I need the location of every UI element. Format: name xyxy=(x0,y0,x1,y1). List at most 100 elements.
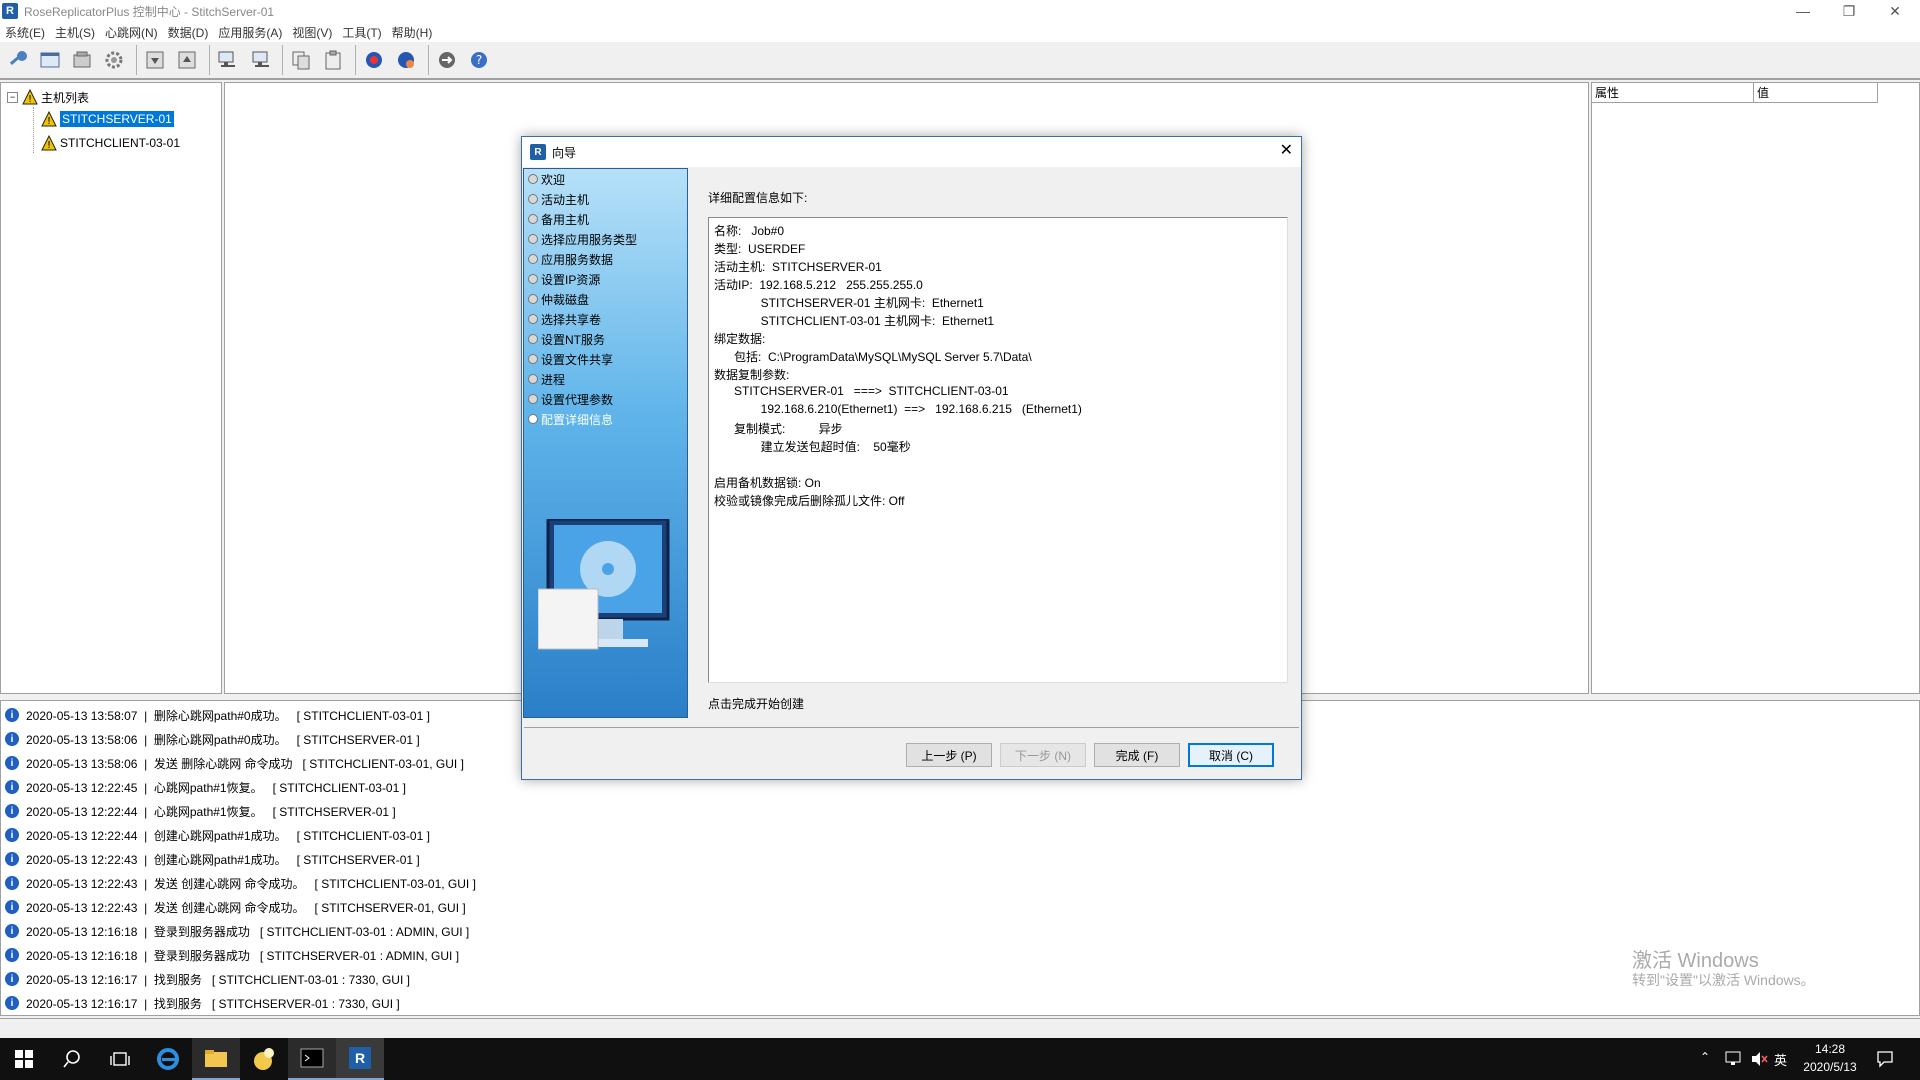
tree-item-stitchserver[interactable]: ! STITCHSERVER-01 xyxy=(41,109,174,129)
step-agent-params: 设置代理参数 xyxy=(528,389,613,409)
detail-line: 复制模式: 异步 xyxy=(714,422,843,436)
value-column-header[interactable]: 值 xyxy=(1754,83,1878,103)
prev-button[interactable]: 上一步 (P) xyxy=(906,743,992,767)
rose-replicator-icon[interactable]: R xyxy=(336,1038,384,1080)
step-bullet-icon xyxy=(528,314,538,324)
step-bullet-icon xyxy=(528,394,538,404)
task-view-icon[interactable] xyxy=(96,1038,144,1080)
tree-item-label: STITCHSERVER-01 xyxy=(60,111,174,127)
menu-view[interactable]: 视图(V) xyxy=(287,24,337,41)
detail-line: 192.168.6.210(Ethernet1) ==> 192.168.6.2… xyxy=(714,402,1082,416)
menu-tools[interactable]: 工具(T) xyxy=(337,24,386,41)
collapse-icon[interactable]: − xyxy=(7,91,18,103)
host-tree-pane: − ! 主机列表 ! STITCHSERVER-01 ! STITCHCLIEN… xyxy=(0,82,222,694)
wizard-body: 欢迎 活动主机 备用主机 选择应用服务类型 应用服务数据 设置IP资源 仲裁磁盘… xyxy=(522,167,1301,779)
terminal-icon[interactable] xyxy=(288,1038,336,1080)
menu-heartbeat[interactable]: 心跳网(N) xyxy=(100,24,163,41)
menu-data[interactable]: 数据(D) xyxy=(163,24,214,41)
copy-icon[interactable] xyxy=(287,46,315,74)
taskbar: R ⌃ 英 14:28 2020/5/13 xyxy=(0,1038,1920,1080)
step-bullet-icon xyxy=(528,254,538,264)
log-row: i 2020-05-13 13:58:06 | 删除心跳网path#0成功。 [ … xyxy=(5,729,420,749)
help-icon[interactable]: ? xyxy=(465,46,493,74)
menu-host[interactable]: 主机(S) xyxy=(50,24,100,41)
log-row: i 2020-05-13 12:16:18 | 登录到服务器成功 [ STITCH… xyxy=(5,921,469,941)
tree-item-stitchclient[interactable]: ! STITCHCLIENT-03-01 xyxy=(41,133,180,153)
info-icon: i xyxy=(5,804,19,818)
menu-bar: 系统(E) 主机(S) 心跳网(N) 数据(D) 应用服务(A) 视图(V) 工… xyxy=(0,22,1920,43)
windows-start-icon[interactable] xyxy=(0,1038,48,1080)
step-bullet-icon xyxy=(528,354,538,364)
activation-watermark-title: 激活 Windows xyxy=(1632,950,1759,972)
wizard-dialog: R 向导 ✕ 欢迎 活动主机 备用主机 选择应用服务类型 应用服务数据 设置IP… xyxy=(521,136,1302,780)
minimize-button[interactable]: — xyxy=(1780,0,1826,22)
arrow-circle-icon[interactable] xyxy=(433,46,461,74)
search-icon[interactable] xyxy=(48,1038,96,1080)
info-icon: i xyxy=(5,900,19,914)
warning-icon: ! xyxy=(41,111,57,127)
log-row: i 2020-05-13 12:22:44 | 创建心跳网path#1成功。 [ … xyxy=(5,825,430,845)
restore-button[interactable]: ❐ xyxy=(1826,0,1872,22)
finish-button[interactable]: 完成 (F) xyxy=(1094,743,1180,767)
network-icon[interactable] xyxy=(214,46,242,74)
info-icon: i xyxy=(5,996,19,1010)
config-details-box: 名称: Job#0 类型: USERDEF 活动主机: STITCHSERVER… xyxy=(708,217,1288,683)
close-window-button[interactable]: ✕ xyxy=(1872,0,1918,22)
property-column-header[interactable]: 属性 xyxy=(1592,83,1754,103)
info-icon: i xyxy=(5,708,19,722)
folder-icon[interactable] xyxy=(192,1038,240,1080)
svg-text:!: ! xyxy=(47,140,51,151)
log-row: i 2020-05-13 13:58:06 | 发送 删除心跳网 命令成功 [ S… xyxy=(5,753,464,773)
svg-text:!: ! xyxy=(47,116,51,127)
ie-icon[interactable] xyxy=(144,1038,192,1080)
detail-line: 校验或镜像完成后删除孤儿文件: Off xyxy=(714,494,905,508)
detail-line: 数据复制参数: xyxy=(714,368,790,382)
step-bullet-icon xyxy=(528,174,538,184)
properties-pane: 属性 值 xyxy=(1591,82,1920,694)
notification-icon[interactable] xyxy=(1876,1050,1894,1068)
step-shared-volume: 选择共享卷 xyxy=(528,309,601,329)
detail-line: 建立发送包超时值: 50毫秒 xyxy=(714,440,911,454)
globe-icon[interactable] xyxy=(360,46,388,74)
info-icon: i xyxy=(5,828,19,842)
ime-indicator[interactable]: 英 xyxy=(1774,1050,1787,1069)
tree-root[interactable]: − ! 主机列表 xyxy=(7,87,89,107)
download-icon[interactable] xyxy=(141,46,169,74)
globe-settings-icon[interactable] xyxy=(392,46,420,74)
network-tray-icon[interactable] xyxy=(1725,1051,1743,1067)
clock-time[interactable]: 14:28 xyxy=(1800,1042,1860,1056)
log-row: i 2020-05-13 12:22:43 | 发送 创建心跳网 命令成功。 [ … xyxy=(5,873,476,893)
window-icon[interactable] xyxy=(36,46,64,74)
info-icon: i xyxy=(5,924,19,938)
gear-icon[interactable] xyxy=(100,46,128,74)
cancel-button[interactable]: 取消 (C) xyxy=(1188,743,1274,767)
svg-text:!: ! xyxy=(28,94,32,105)
log-row: i 2020-05-13 12:16:17 | 找到服务 [ STITCHSERV… xyxy=(5,993,400,1013)
menu-help[interactable]: 帮助(H) xyxy=(387,24,438,41)
clock-date[interactable]: 2020/5/13 xyxy=(1794,1060,1866,1074)
detail-line: 名称: Job#0 xyxy=(714,224,785,238)
disk-icon[interactable] xyxy=(68,46,96,74)
info-icon: i xyxy=(5,852,19,866)
menu-app-service[interactable]: 应用服务(A) xyxy=(213,24,287,41)
step-service-type: 选择应用服务类型 xyxy=(528,229,637,249)
app-yellow-icon[interactable] xyxy=(240,1038,288,1080)
volume-muted-icon[interactable] xyxy=(1750,1051,1768,1067)
detail-line: 启用备机数据锁: On xyxy=(714,476,821,490)
network-out-icon[interactable] xyxy=(246,46,274,74)
upload-icon[interactable] xyxy=(173,46,201,74)
host-group-icon: ! xyxy=(22,89,38,105)
detail-line: 类型: USERDEF xyxy=(714,242,806,256)
next-button[interactable]: 下一步 (N) xyxy=(1000,743,1086,767)
detail-line: 活动主机: STITCHSERVER-01 xyxy=(714,260,882,274)
detail-line: STITCHSERVER-01 主机网卡: Ethernet1 xyxy=(714,296,984,310)
tray-chevron-icon[interactable]: ⌃ xyxy=(1700,1050,1710,1064)
menu-system[interactable]: 系统(E) xyxy=(0,24,50,41)
paste-icon[interactable] xyxy=(319,46,347,74)
key-icon[interactable] xyxy=(4,46,32,74)
wizard-title-bar: R 向导 ✕ xyxy=(522,137,1301,167)
window-title: RoseReplicatorPlus 控制中心 - StitchServer-0… xyxy=(24,4,275,19)
detail-line: 绑定数据: xyxy=(714,332,766,346)
step-file-share: 设置文件共享 xyxy=(528,349,613,369)
wizard-close-button[interactable]: ✕ xyxy=(1280,143,1293,159)
